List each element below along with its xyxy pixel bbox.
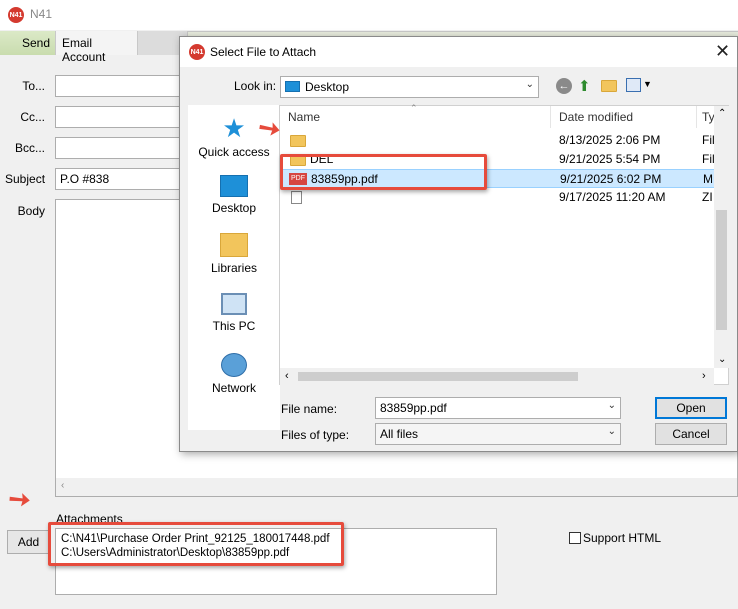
file-row[interactable]: 8/13/2025 2:06 PM Fil bbox=[282, 131, 718, 150]
look-in-select[interactable]: Desktop ⌄ bbox=[280, 76, 539, 98]
app-logo-icon: N41 bbox=[8, 7, 24, 23]
place-network[interactable]: Network bbox=[188, 353, 280, 395]
desktop-icon bbox=[285, 81, 300, 92]
look-in-label: Look in: bbox=[234, 79, 277, 93]
file-type-label: Files of type: bbox=[281, 428, 350, 442]
desktop-icon bbox=[220, 175, 248, 197]
window-title: N41 bbox=[30, 7, 53, 21]
column-type[interactable]: Ty bbox=[702, 110, 715, 124]
to-label[interactable]: To... bbox=[5, 79, 45, 93]
column-name[interactable]: Name bbox=[288, 110, 320, 124]
column-date-modified[interactable]: Date modified bbox=[559, 110, 633, 124]
scroll-up-icon[interactable]: ⌃ bbox=[718, 108, 726, 119]
horizontal-scroll-thumb[interactable] bbox=[298, 372, 578, 381]
cancel-button[interactable]: Cancel bbox=[655, 423, 727, 445]
body-label: Body bbox=[17, 204, 45, 218]
place-libraries[interactable]: Libraries bbox=[188, 233, 280, 275]
file-icon bbox=[291, 191, 302, 204]
selected-file-highlight-box bbox=[280, 154, 487, 190]
add-attachment-button[interactable]: Add bbox=[7, 530, 50, 554]
sort-up-icon: ⌃ bbox=[410, 103, 418, 113]
computer-icon bbox=[221, 293, 247, 315]
support-html-checkbox[interactable] bbox=[569, 532, 581, 544]
scroll-down-icon[interactable]: ⌄ bbox=[718, 354, 726, 365]
chevron-down-icon[interactable]: ⌄ bbox=[608, 426, 616, 437]
new-folder-icon[interactable] bbox=[601, 80, 617, 92]
place-desktop[interactable]: Desktop bbox=[188, 175, 280, 215]
network-icon bbox=[221, 353, 247, 377]
view-menu-icon[interactable] bbox=[626, 78, 641, 92]
chevron-down-icon: ⌄ bbox=[525, 79, 534, 90]
dialog-logo-icon: N41 bbox=[189, 44, 205, 60]
select-file-dialog: N41 Select File to Attach ✕ Look in: Des… bbox=[179, 36, 738, 452]
look-in-value: Desktop bbox=[305, 80, 350, 94]
file-type-select[interactable]: All files ⌄ bbox=[375, 423, 621, 445]
dialog-title: Select File to Attach bbox=[210, 45, 317, 59]
file-name-label: File name: bbox=[281, 402, 338, 416]
send-button[interactable]: Send bbox=[0, 31, 56, 55]
scroll-left-icon[interactable]: ‹ bbox=[61, 480, 64, 491]
cc-field[interactable] bbox=[55, 106, 185, 128]
file-list[interactable]: ⌃ Name Date modified Ty 8/13/2025 2:06 P… bbox=[279, 103, 729, 385]
subject-field[interactable]: P.O #838 bbox=[55, 168, 185, 190]
open-button[interactable]: Open bbox=[655, 397, 727, 419]
annotation-arrow-icon: ➘ bbox=[0, 480, 37, 518]
back-icon[interactable]: ← bbox=[556, 78, 572, 94]
support-html-label: Support HTML bbox=[583, 531, 662, 545]
title-bar bbox=[0, 0, 738, 30]
folder-icon bbox=[290, 135, 306, 147]
places-bar: ★ Quick access Desktop Libraries This PC… bbox=[188, 105, 280, 430]
close-icon[interactable]: ✕ bbox=[715, 41, 730, 62]
file-name-input[interactable]: 83859pp.pdf ⌄ bbox=[375, 397, 621, 419]
email-account-button[interactable]: Email Account bbox=[56, 31, 138, 64]
up-folder-icon[interactable]: ⬆ bbox=[578, 77, 591, 95]
to-field[interactable] bbox=[55, 75, 185, 97]
vertical-scroll-thumb[interactable] bbox=[716, 210, 727, 330]
scroll-right-icon[interactable]: › bbox=[702, 370, 706, 382]
subject-label: Subject bbox=[5, 172, 46, 186]
body-horizontal-scrollbar[interactable]: ‹ bbox=[56, 478, 737, 496]
bcc-field[interactable] bbox=[55, 137, 185, 159]
bcc-label[interactable]: Bcc... bbox=[5, 141, 45, 155]
cc-label[interactable]: Cc... bbox=[5, 110, 45, 124]
chevron-down-icon[interactable]: ⌄ bbox=[608, 400, 616, 411]
chevron-down-icon[interactable]: ▼ bbox=[643, 79, 652, 89]
libraries-icon bbox=[220, 233, 248, 257]
file-row[interactable]: 9/17/2025 11:20 AM ZI bbox=[282, 188, 718, 207]
place-this-pc[interactable]: This PC bbox=[188, 293, 280, 333]
scroll-left-icon[interactable]: ‹ bbox=[285, 370, 289, 382]
attachment-highlight-box bbox=[48, 522, 344, 566]
